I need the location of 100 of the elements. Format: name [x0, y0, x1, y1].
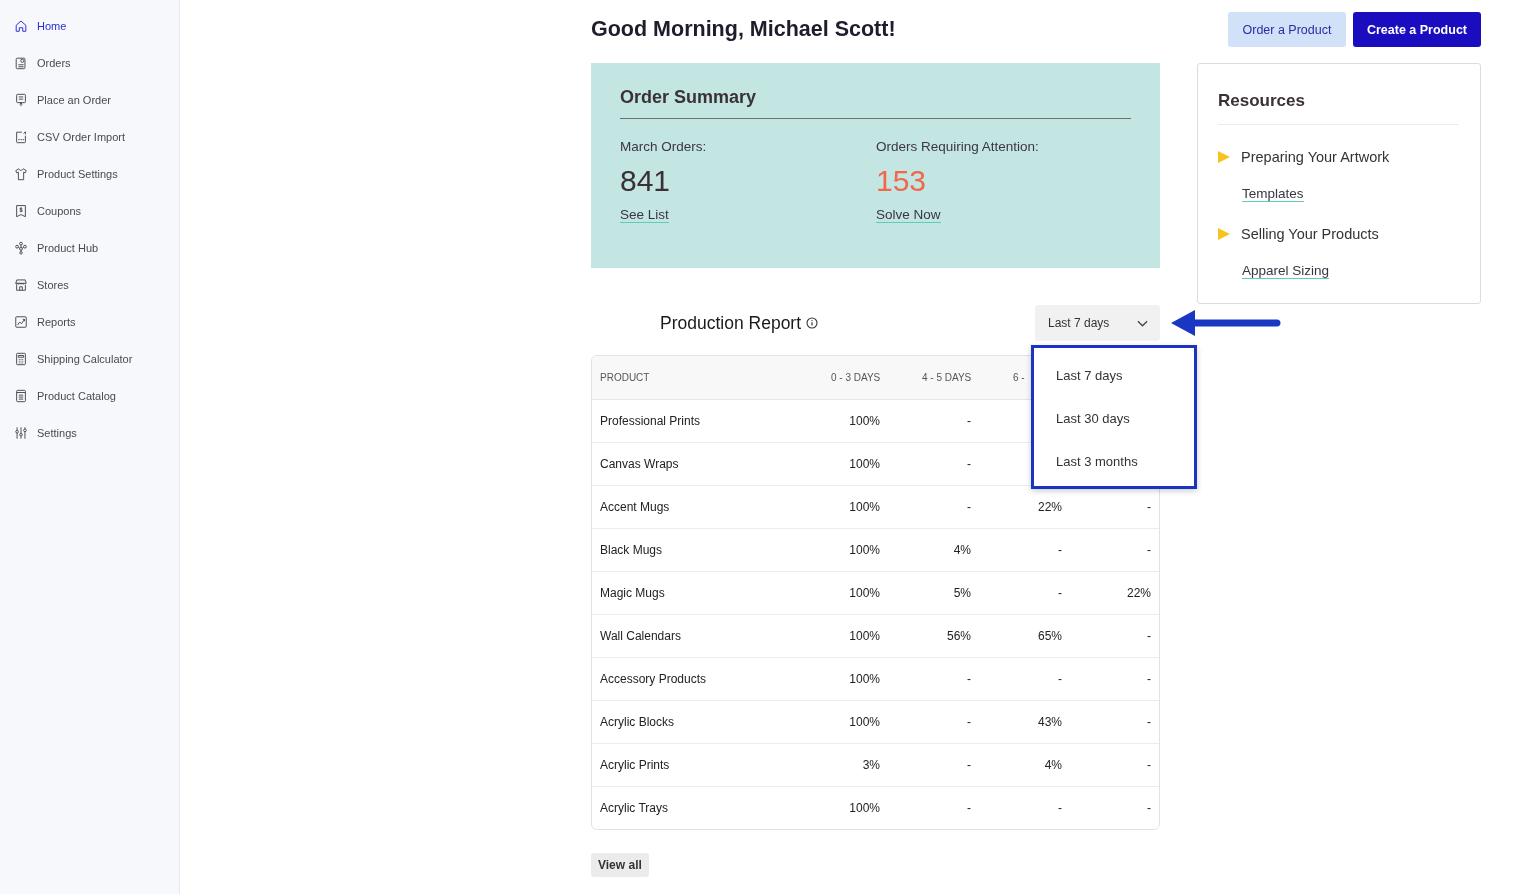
- storefront-icon: [14, 277, 28, 292]
- stat-label: March Orders:: [620, 138, 708, 156]
- sliders-icon: [14, 425, 28, 440]
- column-header: 0 - 3 DAYS: [831, 371, 881, 383]
- action-button[interactable]: Order a Product: [1227, 12, 1346, 47]
- sidebar-item[interactable]: Coupons: [0, 192, 88, 229]
- table-cell: 22%: [1126, 585, 1151, 600]
- table-cell: 56%: [946, 628, 971, 643]
- card-title: Resources: [1218, 89, 1459, 125]
- product-cell: Acrylic Trays: [600, 800, 668, 815]
- table-cell: -: [1147, 542, 1151, 557]
- triangle-icon: [1218, 228, 1230, 240]
- product-cell: Professional Prints: [600, 413, 701, 428]
- period-select[interactable]: Last 7 days: [1035, 305, 1160, 341]
- home-icon: [14, 18, 28, 33]
- section-title: Production Report: [660, 312, 802, 334]
- product-cell: Magic Mugs: [600, 585, 665, 600]
- table-cell: -: [1058, 542, 1062, 557]
- table-cell: -: [967, 800, 971, 815]
- table-cell: 43%: [1037, 714, 1062, 729]
- table-cell: -: [1147, 671, 1151, 686]
- sidebar-item[interactable]: Home: [0, 7, 73, 44]
- table-cell: 100%: [849, 671, 880, 686]
- table-cell: 100%: [849, 542, 880, 557]
- column-header: 6 -: [1013, 371, 1025, 383]
- table-cell: -: [1058, 585, 1062, 600]
- table-cell: -: [967, 499, 971, 514]
- table-cell: -: [1058, 671, 1062, 686]
- table-cell: -: [1147, 714, 1151, 729]
- table-cell: -: [1147, 800, 1151, 815]
- file-icon: [14, 129, 28, 144]
- sidebar-item[interactable]: Product Hub: [0, 229, 105, 266]
- sidebar-item[interactable]: Place an Order: [0, 81, 117, 118]
- tshirt-icon: [14, 166, 28, 181]
- sidebar-item[interactable]: Stores: [0, 266, 75, 303]
- resource-heading: Preparing Your Artwork: [1241, 149, 1390, 165]
- document-icon: [14, 388, 28, 403]
- table-cell: -: [1147, 499, 1151, 514]
- column-header: PRODUCT: [600, 371, 650, 383]
- table-cell: 5%: [953, 585, 971, 600]
- action-button[interactable]: Create a Product: [1352, 12, 1481, 47]
- table-cell: 65%: [1037, 628, 1062, 643]
- network-icon: [14, 240, 28, 255]
- table-cell: 22%: [1037, 499, 1062, 514]
- product-cell: Accessory Products: [600, 671, 707, 686]
- table-cell: 100%: [849, 499, 880, 514]
- column-header: 4 - 5 DAYS: [922, 371, 972, 383]
- table-cell: -: [1147, 628, 1151, 643]
- stat-link[interactable]: See List: [620, 207, 669, 223]
- stat-link[interactable]: Solve Now: [876, 207, 941, 223]
- product-cell: Black Mugs: [600, 542, 663, 557]
- view-all-button[interactable]: View all: [591, 853, 649, 877]
- sidebar-item[interactable]: Shipping Calculator: [0, 340, 139, 377]
- table-cell: -: [967, 456, 971, 471]
- table-cell: 100%: [849, 413, 880, 428]
- chart-icon: [14, 314, 28, 329]
- chevron-down-icon: [1137, 319, 1148, 327]
- table-cell: 3%: [862, 757, 880, 772]
- product-cell: Acrylic Blocks: [600, 714, 674, 729]
- sidebar-item[interactable]: Product Catalog: [0, 377, 122, 414]
- greeting-title: Good Morning, Michael Scott!: [591, 17, 896, 42]
- table-cell: -: [1147, 757, 1151, 772]
- table-cell: 100%: [849, 456, 880, 471]
- table-cell: 4%: [953, 542, 971, 557]
- sidebar-item[interactable]: Orders: [0, 44, 77, 81]
- sidebar-item[interactable]: Reports: [0, 303, 82, 340]
- card-title: Order Summary: [620, 85, 1131, 119]
- table-cell: 100%: [849, 585, 880, 600]
- table-cell: -: [967, 413, 971, 428]
- triangle-icon: [1218, 151, 1230, 163]
- info-icon[interactable]: [806, 317, 819, 329]
- table-cell: 100%: [849, 800, 880, 815]
- menu-item[interactable]: Last 7 days: [1034, 354, 1194, 397]
- product-cell: Wall Calendars: [600, 628, 681, 643]
- table-cell: 100%: [849, 714, 880, 729]
- resource-heading: Selling Your Products: [1241, 226, 1379, 242]
- resource-link[interactable]: Apparel Sizing: [1242, 263, 1330, 279]
- table-cell: -: [967, 714, 971, 729]
- resource-link[interactable]: Templates: [1242, 186, 1304, 202]
- table-cell: -: [967, 671, 971, 686]
- sidebar-item[interactable]: Settings: [0, 414, 83, 451]
- stat-value: 841: [620, 164, 672, 198]
- menu-item[interactable]: Last 3 months: [1034, 440, 1194, 483]
- sidebar-item[interactable]: CSV Order Import: [0, 118, 132, 155]
- sidebar-item[interactable]: Product Settings: [0, 155, 124, 192]
- left-arrow-icon: [1171, 309, 1282, 337]
- calculator-icon: [14, 351, 28, 366]
- table-cell: 4%: [1044, 757, 1062, 772]
- clipboard-icon: [14, 55, 28, 70]
- product-cell: Canvas Wraps: [600, 456, 679, 471]
- menu-item[interactable]: Last 30 days: [1034, 397, 1194, 440]
- signboard-icon: [14, 92, 28, 107]
- stat-label: Orders Requiring Attention:: [876, 138, 1040, 156]
- receipt-icon: [14, 203, 28, 218]
- table-cell: -: [1058, 800, 1062, 815]
- table-cell: 100%: [849, 628, 880, 643]
- stat-value: 153: [876, 164, 928, 198]
- table-cell: -: [967, 757, 971, 772]
- product-cell: Accent Mugs: [600, 499, 670, 514]
- product-cell: Acrylic Prints: [600, 757, 670, 772]
